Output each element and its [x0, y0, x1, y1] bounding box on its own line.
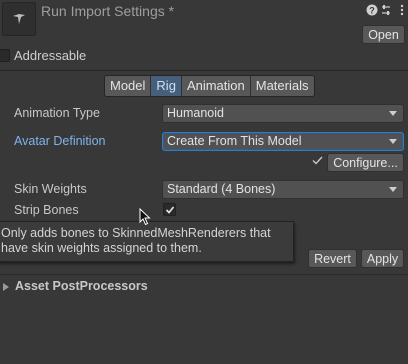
- window-title: Run Import Settings *: [41, 3, 175, 19]
- animation-type-value: Humanoid: [167, 106, 224, 120]
- addressable-label: Addressable: [14, 48, 87, 63]
- tab-rig[interactable]: Rig: [151, 76, 182, 96]
- animation-type-dropdown[interactable]: Humanoid: [162, 104, 404, 123]
- model-icon: [13, 14, 25, 24]
- revert-button[interactable]: Revert: [308, 249, 357, 268]
- chevron-down-icon: [389, 111, 397, 116]
- help-icon[interactable]: ?: [366, 4, 378, 16]
- open-button[interactable]: Open: [362, 25, 405, 44]
- svg-text:?: ?: [369, 6, 375, 16]
- asset-thumbnail: [2, 2, 36, 36]
- avatar-definition-label: Avatar Definition: [14, 134, 106, 148]
- checkmark-icon: [165, 206, 175, 214]
- strip-bones-label: Strip Bones: [14, 203, 79, 217]
- asset-postprocessors-foldout[interactable]: Asset PostProcessors: [15, 279, 148, 293]
- divider: [0, 274, 408, 275]
- configure-button[interactable]: Configure...: [327, 153, 404, 172]
- import-tabs: Model Rig Animation Materials: [104, 75, 315, 97]
- addressable-checkbox[interactable]: [0, 49, 10, 62]
- chevron-right-icon[interactable]: [3, 283, 9, 291]
- tab-animation[interactable]: Animation: [181, 76, 251, 96]
- more-icon[interactable]: [396, 4, 408, 16]
- avatar-definition-value: Create From This Model: [167, 134, 302, 148]
- chevron-down-icon: [389, 187, 397, 192]
- settings-icon[interactable]: [380, 4, 392, 16]
- skin-weights-dropdown[interactable]: Standard (4 Bones): [162, 180, 404, 199]
- tab-model[interactable]: Model: [105, 76, 152, 96]
- skin-weights-value: Standard (4 Bones): [167, 182, 276, 196]
- animation-type-label: Animation Type: [14, 106, 100, 120]
- mouse-cursor-icon: [139, 208, 151, 226]
- divider: [0, 70, 408, 71]
- skin-weights-label: Skin Weights: [14, 182, 87, 196]
- strip-bones-checkbox[interactable]: [163, 203, 176, 216]
- chevron-down-icon: [389, 139, 397, 144]
- check-mark-icon: [312, 156, 323, 165]
- avatar-definition-dropdown[interactable]: Create From This Model: [162, 132, 404, 151]
- tooltip-line-2: have skin weights assigned to them.: [1, 241, 202, 255]
- tooltip: Only adds bones to SkinnedMeshRenderers …: [0, 221, 294, 262]
- tab-materials[interactable]: Materials: [250, 76, 314, 96]
- apply-button[interactable]: Apply: [361, 249, 404, 268]
- tooltip-line-1: Only adds bones to SkinnedMeshRenderers …: [1, 226, 271, 240]
